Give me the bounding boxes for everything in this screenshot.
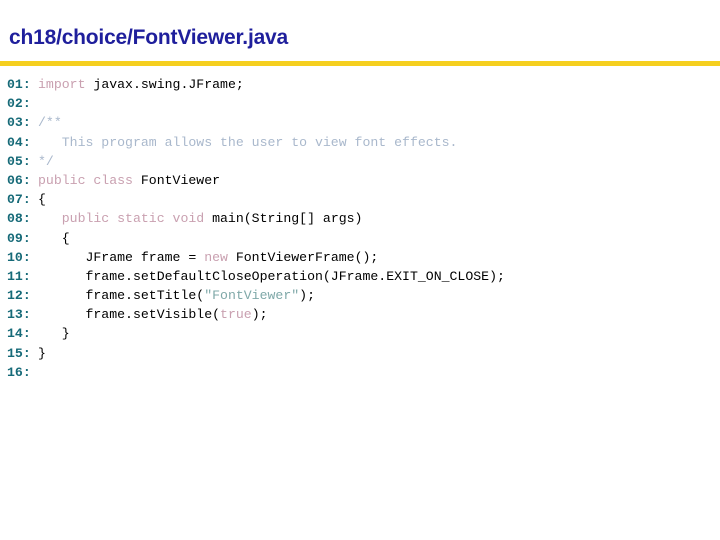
code-listing: 01: import javax.swing.JFrame; 02: 03: /** 04… bbox=[0, 75, 720, 382]
code-token-keyword: new bbox=[204, 249, 236, 265]
code-token-keyword: import bbox=[38, 77, 94, 92]
code-line-number: 09: bbox=[7, 230, 31, 246]
code-line-number: 04: bbox=[7, 134, 31, 150]
code-token-plain: JFrame frame = bbox=[38, 249, 205, 265]
code-line-number: 03: bbox=[7, 115, 31, 131]
code-line-number: 14: bbox=[7, 326, 31, 342]
code-line-number: 11: bbox=[7, 268, 31, 284]
slide-canvas: ch18/choice/FontViewer.java 01: import ja… bbox=[0, 0, 720, 540]
code-line: 04: This program allows the user to view… bbox=[0, 133, 720, 152]
code-token-plain: ); bbox=[251, 307, 268, 323]
code-line-text: public static void main(String[] args) bbox=[38, 211, 363, 227]
code-line: 06: public class FontViewer bbox=[0, 171, 720, 190]
code-line-number: 10: bbox=[7, 249, 31, 265]
title-divider-rule bbox=[0, 61, 720, 66]
code-line: 05: */ bbox=[0, 152, 720, 171]
code-line-text: import javax.swing.JFrame; bbox=[38, 77, 244, 92]
page-title: ch18/choice/FontViewer.java bbox=[9, 26, 289, 49]
code-line-number: 08: bbox=[7, 211, 31, 227]
code-line-text: frame.setTitle("FontViewer"); bbox=[38, 288, 315, 303]
code-line-text: } bbox=[38, 346, 46, 361]
code-token-keyword: public static void bbox=[38, 211, 213, 227]
code-token-keyword: public class bbox=[38, 172, 141, 188]
code-line-text: frame.setVisible(true); bbox=[38, 307, 268, 323]
code-line-number: 07: bbox=[7, 192, 31, 208]
code-line-number: 01: bbox=[7, 77, 31, 92]
code-line: 10: JFrame frame = new FontViewerFrame()… bbox=[0, 248, 720, 267]
code-token-comment: */ bbox=[38, 153, 54, 169]
code-token-keyword: true bbox=[220, 307, 252, 323]
code-line-number: 15: bbox=[7, 345, 31, 361]
code-token-plain: { bbox=[38, 230, 70, 246]
code-token-plain: } bbox=[38, 326, 70, 342]
code-token-plain: FontViewer bbox=[140, 172, 221, 188]
code-line-text: frame.setDefaultCloseOperation(JFrame.EX… bbox=[38, 268, 505, 284]
code-line-text: } bbox=[38, 326, 70, 341]
code-line: 12: frame.setTitle("FontViewer"); bbox=[0, 286, 720, 305]
code-line-number: 16: bbox=[7, 364, 31, 380]
code-token-plain: FontViewerFrame(); bbox=[235, 249, 379, 265]
code-line: 13: frame.setVisible(true); bbox=[0, 305, 720, 324]
code-token-plain: frame.setDefaultCloseOperation(JFrame.EX… bbox=[38, 268, 505, 284]
code-line-number: 05: bbox=[7, 153, 31, 169]
code-line: 09: { bbox=[0, 229, 720, 248]
code-line-text: */ bbox=[38, 154, 54, 169]
code-token-plain: frame.setVisible( bbox=[38, 307, 221, 323]
code-line-number: 12: bbox=[7, 288, 31, 304]
code-token-string: "FontViewer" bbox=[204, 288, 300, 304]
code-line-text: This program allows the user to view fon… bbox=[38, 134, 458, 150]
code-line: 16: bbox=[0, 363, 720, 382]
code-token-comment: /** bbox=[38, 115, 62, 131]
code-token-plain: ); bbox=[299, 288, 315, 304]
code-token-plain: javax.swing.JFrame; bbox=[93, 77, 244, 92]
code-line-number: 02: bbox=[7, 96, 31, 112]
code-token-plain: main(String[] args) bbox=[212, 211, 363, 227]
code-line: 08: public static void main(String[] arg… bbox=[0, 209, 720, 228]
code-line-text: public class FontViewer bbox=[38, 173, 220, 188]
code-line-number: 13: bbox=[7, 307, 31, 323]
code-line: 11: frame.setDefaultCloseOperation(JFram… bbox=[0, 267, 720, 286]
code-line: 03: /** bbox=[0, 113, 720, 132]
code-line: 01: import javax.swing.JFrame; bbox=[0, 75, 720, 94]
code-token-plain: } bbox=[38, 345, 46, 361]
code-line: 02: bbox=[0, 94, 720, 113]
code-token-plain: frame.setTitle( bbox=[38, 288, 205, 304]
code-line-text: { bbox=[38, 231, 70, 246]
code-line: 07: { bbox=[0, 190, 720, 209]
code-line-text: { bbox=[38, 192, 46, 207]
code-line-text: /** bbox=[38, 115, 62, 130]
code-line-number: 06: bbox=[7, 172, 31, 188]
code-line-text: JFrame frame = new FontViewerFrame(); bbox=[38, 250, 378, 265]
code-line: 14: } bbox=[0, 324, 720, 343]
code-token-plain: { bbox=[38, 192, 46, 208]
code-line: 15:} bbox=[0, 344, 720, 363]
code-token-comment: This program allows the user to view fon… bbox=[38, 134, 458, 150]
